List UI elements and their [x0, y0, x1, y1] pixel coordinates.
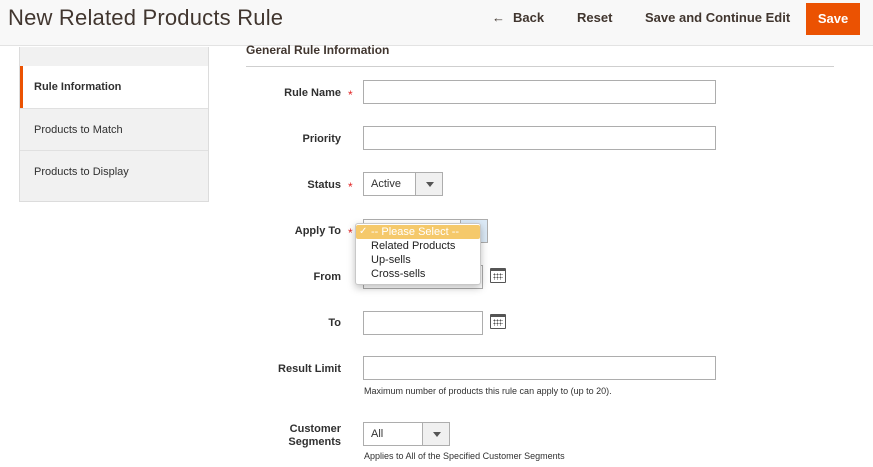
- dropdown-option-up-sells[interactable]: Up-sells: [356, 253, 480, 267]
- result-limit-label: Result Limit: [278, 363, 341, 375]
- status-label: Status: [307, 179, 341, 191]
- sidebar: Rule Information Products to Match Produ…: [19, 47, 209, 202]
- dropdown-option-please-select[interactable]: ✓ -- Please Select --: [356, 225, 480, 239]
- status-value: Active: [371, 178, 401, 190]
- to-date-input[interactable]: [363, 311, 483, 335]
- customer-segments-value: All: [371, 428, 384, 440]
- status-select[interactable]: Active: [363, 172, 443, 196]
- result-limit-input[interactable]: [363, 356, 716, 380]
- section-divider: [246, 66, 834, 67]
- sidebar-item-products-to-match[interactable]: Products to Match: [20, 108, 208, 150]
- rule-name-input[interactable]: [363, 80, 716, 104]
- priority-label: Priority: [302, 133, 341, 145]
- sidebar-item-rule-information[interactable]: Rule Information: [20, 66, 208, 108]
- required-marker: *: [348, 226, 353, 240]
- customer-segments-label-line2: Segments: [288, 436, 341, 448]
- reset-button[interactable]: Reset: [577, 10, 612, 26]
- section-title: General Rule Information: [246, 43, 390, 57]
- save-and-continue-button[interactable]: Save and Continue Edit: [645, 10, 790, 26]
- required-marker: *: [348, 180, 353, 194]
- sidebar-item-products-to-display[interactable]: Products to Display: [20, 150, 208, 192]
- save-button[interactable]: Save: [806, 3, 860, 35]
- customer-segments-note: Applies to All of the Specified Customer…: [364, 451, 565, 461]
- from-label: From: [313, 271, 342, 283]
- to-label: To: [328, 317, 341, 329]
- chevron-down-icon: [415, 173, 442, 195]
- page-title: New Related Products Rule: [8, 5, 284, 30]
- dropdown-option-related-products[interactable]: Related Products: [356, 239, 480, 253]
- arrow-left-icon: ←: [492, 10, 505, 25]
- rule-name-label: Rule Name: [284, 87, 341, 99]
- calendar-icon[interactable]: [490, 314, 506, 329]
- apply-to-label: Apply To: [294, 225, 341, 237]
- calendar-icon[interactable]: [490, 268, 506, 283]
- customer-segments-label-line1: Customer: [289, 423, 341, 435]
- back-label: Back: [513, 10, 545, 25]
- back-button[interactable]: ← Back: [492, 10, 544, 26]
- result-limit-note: Maximum number of products this rule can…: [364, 386, 612, 396]
- required-marker: *: [348, 88, 353, 102]
- dropdown-option-cross-sells[interactable]: Cross-sells: [356, 267, 480, 281]
- chevron-down-icon: [422, 423, 449, 445]
- checkmark-icon: ✓: [359, 226, 368, 237]
- apply-to-dropdown: ✓ -- Please Select -- Related Products Up…: [355, 223, 481, 285]
- customer-segments-select[interactable]: All: [363, 422, 450, 446]
- page-header: New Related Products Rule ← Back Reset Sa…: [0, 0, 873, 46]
- priority-input[interactable]: [363, 126, 716, 150]
